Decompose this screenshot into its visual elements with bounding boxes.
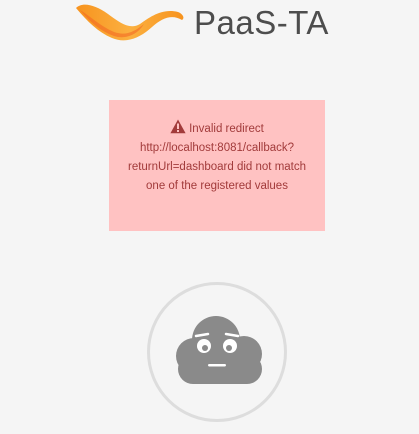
logo-swoosh-icon [76,4,184,41]
error-alert: Invalid redirect http://localhost:8081/c… [109,100,325,231]
warning-icon [170,119,186,134]
error-message: Invalid redirect http://localhost:8081/c… [127,123,307,192]
error-illustration [147,282,287,422]
paas-ta-logo: PaaS-TA [74,0,364,48]
sad-cloud-icon [176,316,262,384]
logo-text: PaaS-TA [194,4,329,41]
